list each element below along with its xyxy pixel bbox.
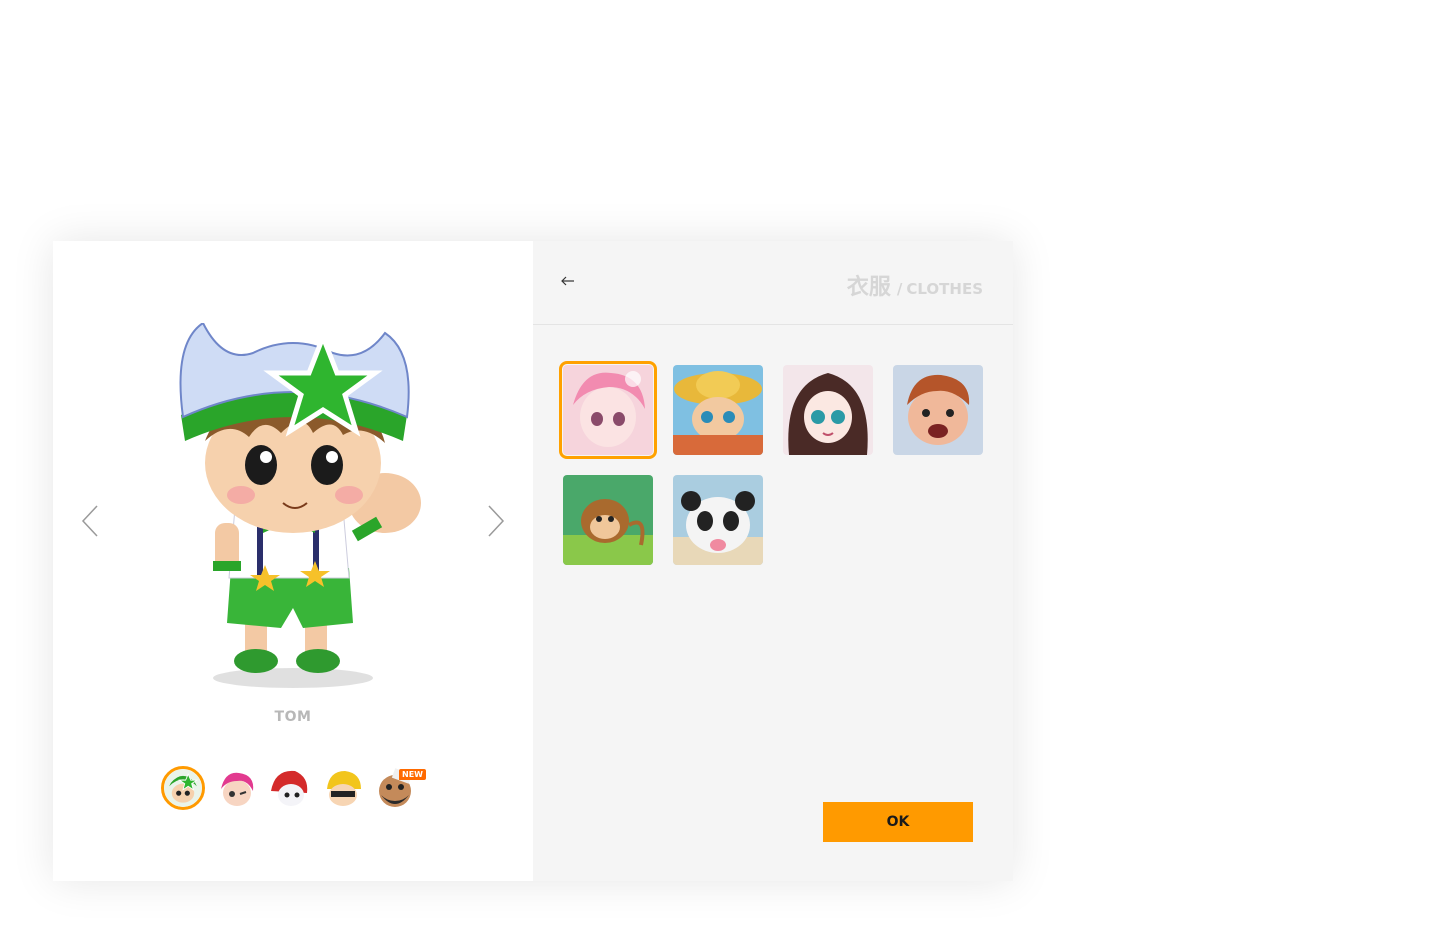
avatar-red-ninja[interactable] [267, 767, 311, 811]
prev-character-arrow[interactable] [79, 503, 103, 539]
clothes-header: 衣服 / CLOTHES [533, 241, 1013, 325]
character-preview-panel: TOM NEW [53, 241, 533, 881]
clothes-tile-panda[interactable] [673, 475, 763, 565]
ok-button[interactable]: OK [823, 802, 973, 842]
avatar-pink-girl[interactable] [215, 767, 259, 811]
new-badge: NEW [399, 769, 426, 780]
title-separator: / [896, 280, 903, 298]
title-chinese: 衣服 [846, 275, 891, 300]
character-illustration [153, 321, 433, 693]
back-arrow-icon[interactable] [560, 273, 576, 289]
avatar-tom[interactable] [161, 766, 205, 810]
clothes-tile-straw-hat-boy[interactable] [673, 365, 763, 455]
character-name: TOM [274, 709, 312, 725]
clothes-panel: 衣服 / CLOTHES OK [533, 241, 1013, 881]
clothes-tile-dark-hair-girl[interactable] [783, 365, 873, 455]
clothes-tile-angry-boy[interactable] [893, 365, 983, 455]
avatar-yellow-helmet[interactable] [321, 767, 365, 811]
title-english: CLOTHES [906, 280, 983, 298]
clothes-tile-pink-doll[interactable] [559, 361, 657, 459]
next-character-arrow[interactable] [483, 503, 507, 539]
clothes-tile-monkey[interactable] [563, 475, 653, 565]
panel-title: 衣服 / CLOTHES [847, 269, 983, 301]
character-dialog: TOM NEW 衣服 / CLOTHES OK [53, 241, 1013, 881]
